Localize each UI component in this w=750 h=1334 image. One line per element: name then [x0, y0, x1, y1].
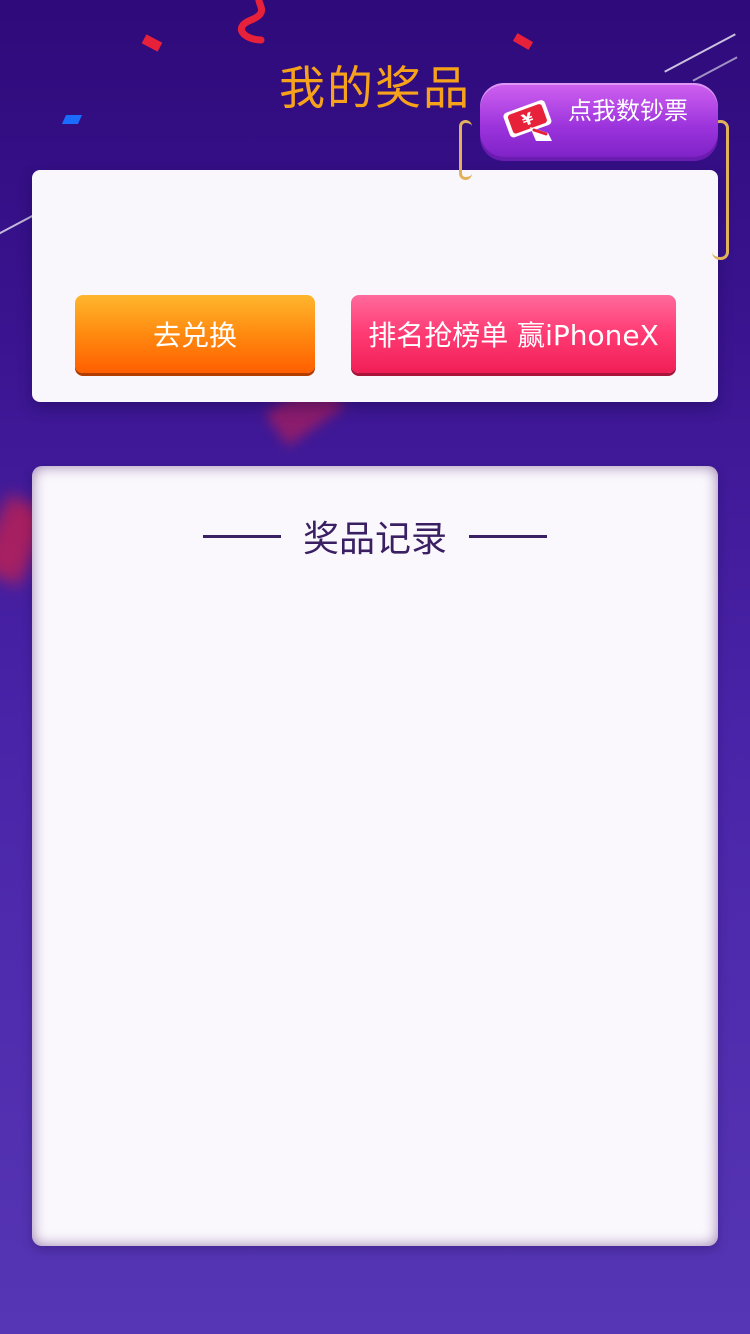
prize-records-list	[72, 596, 678, 1206]
heading-divider	[469, 534, 547, 538]
money-bill-icon: ¥	[503, 100, 552, 141]
count-bills-button[interactable]: ¥ 点我数钞票	[480, 83, 718, 157]
confetti-piece	[141, 34, 163, 52]
exchange-button[interactable]: 去兑换	[75, 295, 315, 373]
count-bills-label: 点我数钞票	[568, 97, 688, 125]
confetti-piece	[512, 33, 534, 50]
records-heading-text: 奖品记录	[302, 519, 447, 560]
leaderboard-button[interactable]: 排名抢榜单 赢iPhoneX	[351, 295, 676, 373]
ribbon-decoration	[237, 0, 266, 44]
badge-rope	[459, 120, 472, 180]
prize-records-card: 奖品记录	[32, 466, 718, 1246]
heading-divider	[202, 534, 281, 538]
records-heading: 奖品记录	[32, 510, 718, 562]
prize-summary-card: 去兑换 排名抢榜单 赢iPhoneX	[32, 170, 718, 402]
